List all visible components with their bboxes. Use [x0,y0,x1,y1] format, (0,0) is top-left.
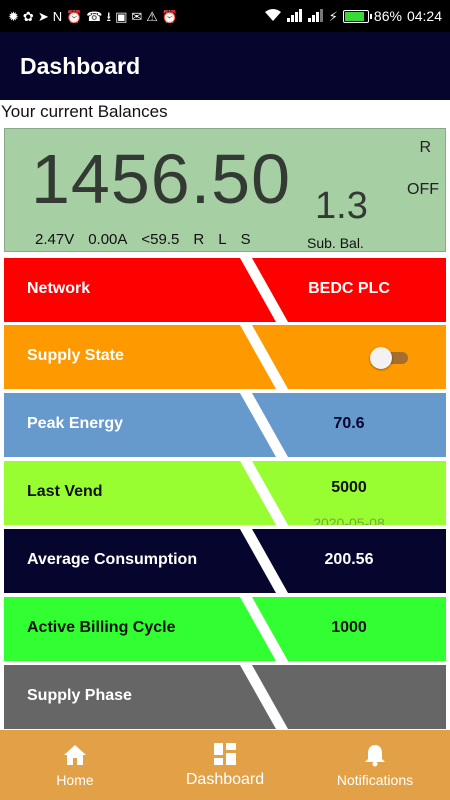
sub-balance-label: Sub. Bal. [307,235,364,251]
message-icon: ✉ [131,9,143,23]
download-icon: ⭳ [106,9,112,23]
battery-icon [342,9,372,23]
dashboard-icon [214,741,236,767]
sub-balance: 1.3 [315,185,368,227]
home-icon [63,742,87,768]
row-value: 1000 [331,619,367,636]
voltage-reading: 2.47V [35,231,75,248]
row-label: Supply Phase [27,687,132,704]
row-divider [240,665,288,729]
charging-icon: ⚡ [328,8,338,24]
supply-toggle[interactable] [370,347,410,369]
row-label: Supply State [27,347,124,364]
row-label: Active Billing Cycle [27,619,176,636]
alarm-icon: ⏰ [66,9,83,23]
image-icon: ▣ [115,9,128,23]
row-value: 5000 [331,479,367,496]
phase-l: L [218,231,227,248]
row-network[interactable]: Network BEDC PLC [4,258,446,322]
nav-notifications[interactable]: Notifications [300,730,450,800]
swirl-icon: ✿ [22,9,34,23]
nav-label: Home [56,772,94,788]
meter-indicator-off: OFF [407,181,439,198]
warning-icon: ⚠ [146,9,158,23]
bell-icon [364,742,386,768]
battery-percent: 86% [373,8,402,24]
meter-display: 1456.50 1.3 R OFF 2.47V 0.00A <59.5 R L … [4,128,446,252]
row-peak-energy[interactable]: Peak Energy 70.6 [4,393,446,457]
row-value: BEDC PLC [308,280,390,297]
nav-label: Dashboard [185,771,265,788]
phase-r: R [193,231,205,248]
main-balance: 1456.50 [31,140,292,218]
row-supply-phase[interactable]: Supply Phase [4,665,446,729]
row-supply-state[interactable]: Supply State [4,325,446,389]
row-label: Last Vend [27,483,103,500]
balances-label: Your current Balances [1,102,168,121]
row-subvalue: 2020-05-08 [313,515,385,525]
row-label: Average Consumption [27,551,198,568]
telegram-icon: ➤ [37,9,49,23]
phase-s: S [240,231,251,248]
signal-icon [286,8,303,24]
toggle-knob [370,347,392,369]
alarm-icon: ⏰ [161,9,179,23]
row-label: Peak Energy [27,415,124,432]
whatsapp-icon: ☎ [86,9,103,23]
swirl-icon: ✹ [8,9,19,23]
current-reading: 0.00A [88,231,128,248]
wifi-icon [264,8,282,24]
row-value: 70.6 [333,415,365,432]
row-value: 200.56 [324,551,374,568]
meter-readings: 2.47V 0.00A <59.5 R L S [35,231,251,248]
row-label: Network [27,280,91,297]
meter-reading: <59.5 [141,231,180,248]
meter-indicator-r: R [419,139,431,156]
nav-dashboard[interactable]: Dashboard [150,730,300,800]
bottom-nav: Home Dashboard Notifications [0,730,450,800]
clock: 04:24 [406,8,442,24]
nav-home[interactable]: Home [0,730,150,800]
notification-icons: ✹ ✿ ➤ N ⏰ ☎ ⭳ ▣ ✉ ⚠ ⏰ [8,10,264,23]
row-divider [240,325,288,389]
page-title: Dashboard [20,52,141,79]
app-bar: Dashboard [0,32,450,100]
status-bar: ✹ ✿ ➤ N ⏰ ☎ ⭳ ▣ ✉ ⚠ ⏰ ⚡ 86% 04:24 [0,0,450,32]
signal-icon [307,8,324,24]
row-average-consumption[interactable]: Average Consumption 200.56 [4,529,446,593]
row-last-vend[interactable]: Last Vend 5000 2020-05-08 [4,461,446,525]
nav-label: Notifications [336,772,414,788]
n-icon: N [52,9,63,23]
row-active-billing-cycle[interactable]: Active Billing Cycle 1000 [4,597,446,661]
